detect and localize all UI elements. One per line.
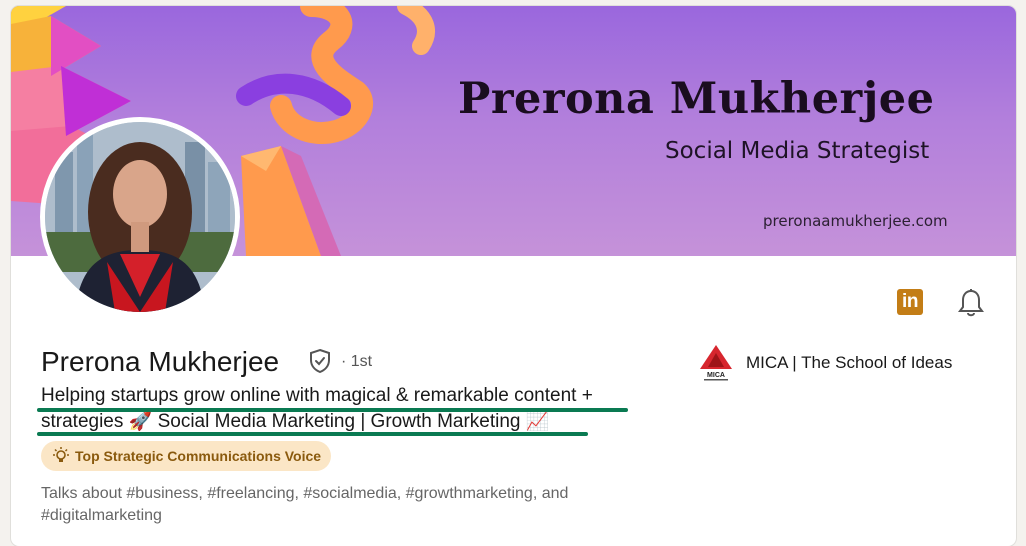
banner-title: Social Media Strategist <box>665 138 930 164</box>
profile-card: Prerona Mukherjee Social Media Strategis… <box>11 6 1016 546</box>
education-name: MICA | The School of Ideas <box>746 353 953 372</box>
verified-shield-icon[interactable] <box>308 348 332 374</box>
highlight-underline <box>37 408 628 412</box>
banner-name: Prerona Mukherjee <box>458 74 935 124</box>
connection-degree: · 1st <box>341 353 373 370</box>
linkedin-icon[interactable]: in <box>897 289 923 315</box>
talks-about: Talks about #business, #freelancing, #so… <box>41 485 569 524</box>
bell-icon[interactable] <box>957 288 985 318</box>
profile-name: Prerona Mukherjee <box>41 346 280 377</box>
mica-logo-text: MICA <box>707 372 725 379</box>
badge-label: Top Strategic Communications Voice <box>75 448 322 464</box>
profile-avatar[interactable] <box>40 117 240 317</box>
headline-line-1: Helping startups grow online with magica… <box>41 385 593 406</box>
mica-logo-icon: MICA <box>700 345 732 381</box>
top-voice-badge[interactable]: Top Strategic Communications Voice <box>41 441 332 471</box>
avatar-photo <box>45 122 235 312</box>
lightbulb-icon <box>53 447 69 462</box>
highlight-underline <box>37 432 588 436</box>
banner-url: preronaamukherjee.com <box>763 212 948 230</box>
education-link[interactable]: MICA MICA | The School of Ideas <box>698 343 952 383</box>
